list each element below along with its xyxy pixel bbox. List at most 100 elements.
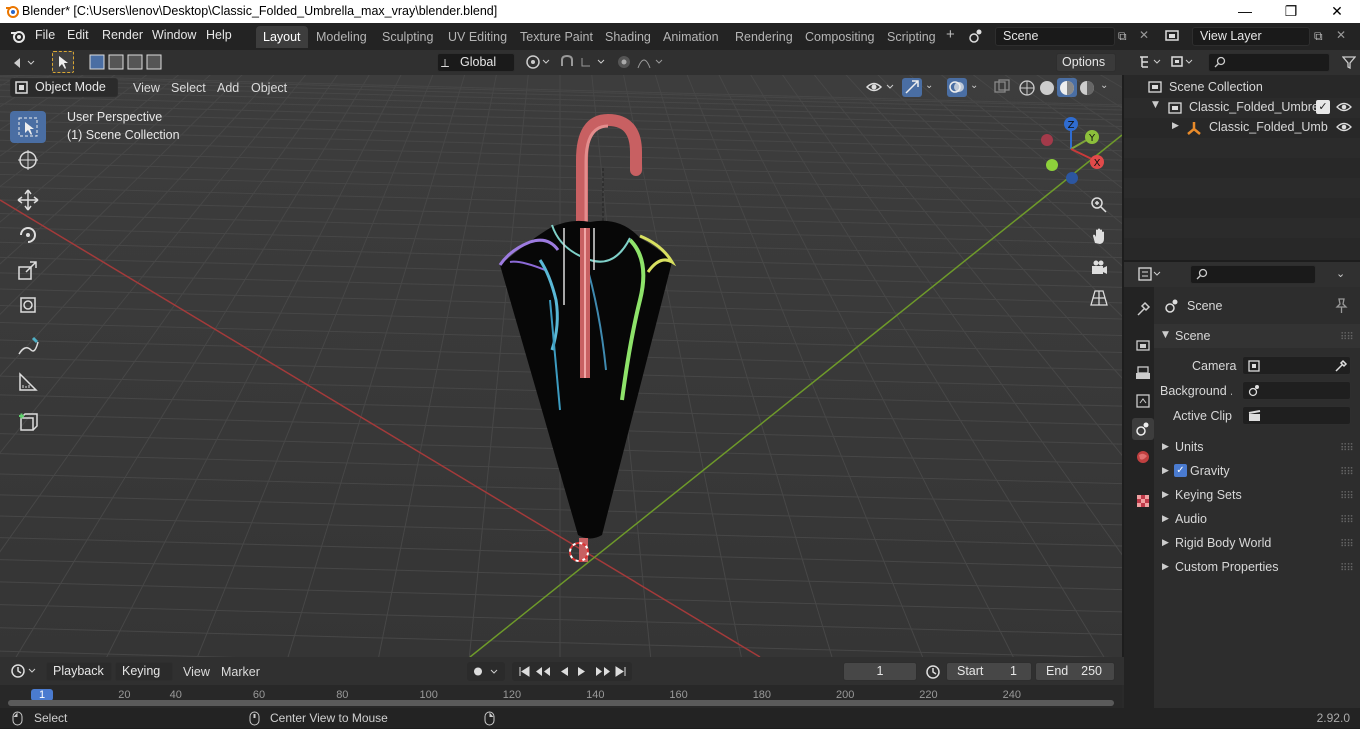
copy-view-layer-icon[interactable]: ⧉ — [1314, 29, 1323, 44]
navigation-gizmo[interactable]: Z Y X — [1036, 112, 1106, 187]
tab-uv-editing[interactable]: UV Editing — [441, 26, 514, 48]
remove-view-layer-icon[interactable]: ✕ — [1336, 28, 1346, 42]
gizmo-dropdown-icon[interactable]: ⌄ — [925, 80, 933, 91]
eyedropper-icon[interactable] — [1334, 359, 1348, 376]
keying-sets-expand-icon[interactable]: ▶ — [1162, 490, 1169, 500]
drag-handle-icon[interactable]: ⠿⠿ — [1340, 539, 1354, 550]
xray-toggle-icon[interactable] — [993, 79, 1011, 98]
menu-window[interactable]: Window — [152, 28, 196, 42]
copy-scene-icon[interactable]: ⧉ — [1118, 29, 1127, 44]
menu-render[interactable]: Render — [102, 28, 143, 42]
editor-type-icon[interactable] — [12, 55, 36, 74]
rigid-body-world-panel-label[interactable]: Rigid Body World — [1175, 536, 1271, 550]
gravity-expand-icon[interactable]: ▶ — [1162, 466, 1169, 476]
filter-icon[interactable] — [1341, 55, 1357, 72]
playback-controls[interactable] — [512, 662, 632, 681]
end-frame-field[interactable]: End 250 — [1035, 662, 1115, 681]
view-menu[interactable]: View — [127, 78, 166, 98]
object-eye-icon[interactable] — [1336, 120, 1352, 137]
marker-menu[interactable]: Marker — [215, 662, 266, 682]
drag-handle-icon[interactable]: ⠿⠿ — [1340, 515, 1354, 526]
tool-tab-icon[interactable] — [1132, 298, 1154, 320]
custom-properties-expand-icon[interactable]: ▶ — [1162, 562, 1169, 572]
outliner-editor-type-icon[interactable] — [1138, 55, 1164, 72]
object-menu[interactable]: Object — [245, 78, 293, 98]
tab-layout[interactable]: Layout — [256, 26, 308, 48]
audio-panel-label[interactable]: Audio — [1175, 512, 1207, 526]
preview-range-icon[interactable] — [925, 664, 941, 683]
menu-edit[interactable]: Edit — [67, 28, 89, 42]
select-menu[interactable]: Select — [165, 78, 212, 98]
timeline-view-menu[interactable]: View — [177, 662, 216, 682]
drag-handle-icon[interactable]: ⠿⠿ — [1340, 491, 1354, 502]
add-menu[interactable]: Add — [211, 78, 245, 98]
tab-scripting[interactable]: Scripting — [880, 26, 943, 48]
tab-texture-paint[interactable]: Texture Paint — [513, 26, 600, 48]
outliner-item-object-label[interactable]: Classic_Folded_Umb — [1209, 120, 1328, 134]
select-box-tool-button[interactable] — [52, 51, 74, 73]
selection-mode-buttons[interactable] — [89, 54, 169, 72]
drag-handle-icon[interactable]: ⠿⠿ — [1340, 467, 1354, 478]
menu-file[interactable]: File — [35, 28, 55, 42]
timeline-ruler[interactable]: 1 20 40 60 80 100 120 140 160 180 200 220 240 — [0, 685, 1122, 708]
custom-properties-panel-label[interactable]: Custom Properties — [1175, 560, 1279, 574]
current-frame-field[interactable]: 1 — [843, 662, 917, 681]
output-tab-icon[interactable] — [1132, 362, 1154, 384]
outliner-root-label[interactable]: Scene Collection — [1169, 80, 1263, 94]
perspective-toggle-icon[interactable] — [1086, 285, 1112, 311]
world-tab-icon[interactable] — [1132, 446, 1154, 468]
cursor-tool-button[interactable] — [10, 144, 46, 176]
shading-mode-buttons[interactable] — [1017, 78, 1097, 97]
scale-tool-button[interactable] — [10, 254, 46, 286]
view-layer-tab-icon[interactable] — [1132, 390, 1154, 412]
shading-dropdown-icon[interactable]: ⌄ — [1100, 80, 1108, 91]
tab-rendering[interactable]: Rendering — [728, 26, 800, 48]
keying-menu[interactable]: Keying — [115, 662, 173, 681]
properties-options-dropdown-icon[interactable]: ⌄ — [1336, 267, 1345, 280]
options-dropdown[interactable]: Options — [1056, 53, 1116, 72]
annotate-tool-button[interactable] — [10, 331, 46, 363]
pin-icon[interactable] — [1334, 298, 1348, 317]
drag-handle-icon[interactable]: ⠿⠿ — [1340, 332, 1354, 343]
units-expand-icon[interactable]: ▶ — [1162, 442, 1169, 452]
maximize-button[interactable]: ❐ — [1268, 0, 1314, 23]
units-panel-label[interactable]: Units — [1175, 440, 1203, 454]
overlays-dropdown-icon[interactable]: ⌄ — [970, 80, 978, 91]
outliner-search-input[interactable] — [1208, 53, 1330, 72]
gizmo-toggle-icon[interactable] — [902, 78, 922, 97]
visibility-eye-icon[interactable] — [865, 79, 896, 98]
timeline-scrollbar[interactable] — [8, 700, 1114, 706]
remove-scene-icon[interactable]: ✕ — [1139, 28, 1149, 42]
rotate-tool-button[interactable] — [10, 219, 46, 251]
overlays-toggle-icon[interactable] — [947, 78, 967, 97]
view-layer-selector[interactable]: View Layer — [1192, 27, 1310, 46]
timeline-editor-type-icon[interactable] — [10, 663, 40, 682]
umbrella-model[interactable] — [490, 110, 690, 570]
display-mode-icon[interactable] — [1170, 55, 1196, 72]
playback-menu[interactable]: Playback — [46, 662, 112, 681]
texture-tab-icon[interactable] — [1132, 490, 1154, 512]
collection-exclude-checkbox[interactable]: ✓ — [1316, 100, 1330, 114]
expand-object-icon[interactable]: ▶ — [1172, 121, 1179, 131]
properties-search-input[interactable] — [1190, 265, 1316, 284]
timeline-scrollbar-thumb[interactable] — [8, 700, 1114, 706]
pivot-point-icon[interactable] — [525, 54, 553, 73]
audio-expand-icon[interactable]: ▶ — [1162, 514, 1169, 524]
scene-icon[interactable] — [968, 28, 984, 47]
gravity-panel-label[interactable]: Gravity — [1190, 464, 1230, 478]
zoom-icon[interactable] — [1086, 192, 1112, 218]
add-cube-tool-button[interactable] — [10, 406, 46, 438]
proportional-edit-icon[interactable] — [616, 54, 666, 73]
rigid-body-expand-icon[interactable]: ▶ — [1162, 538, 1169, 548]
properties-editor-type-icon[interactable] — [1138, 267, 1164, 284]
move-tool-button[interactable] — [10, 184, 46, 216]
close-window-button[interactable]: ✕ — [1314, 0, 1360, 23]
render-tab-icon[interactable] — [1132, 334, 1154, 356]
3d-viewport[interactable]: User Perspective (1) Scene Collection Z — [0, 75, 1122, 657]
view-layer-icon[interactable] — [1164, 29, 1180, 46]
blender-menu-icon[interactable] — [10, 28, 26, 47]
pan-hand-icon[interactable] — [1086, 223, 1112, 249]
expand-collection-icon[interactable]: ▼ — [1152, 100, 1159, 110]
minimize-button[interactable]: — — [1222, 0, 1268, 23]
tab-modeling[interactable]: Modeling — [309, 26, 374, 48]
